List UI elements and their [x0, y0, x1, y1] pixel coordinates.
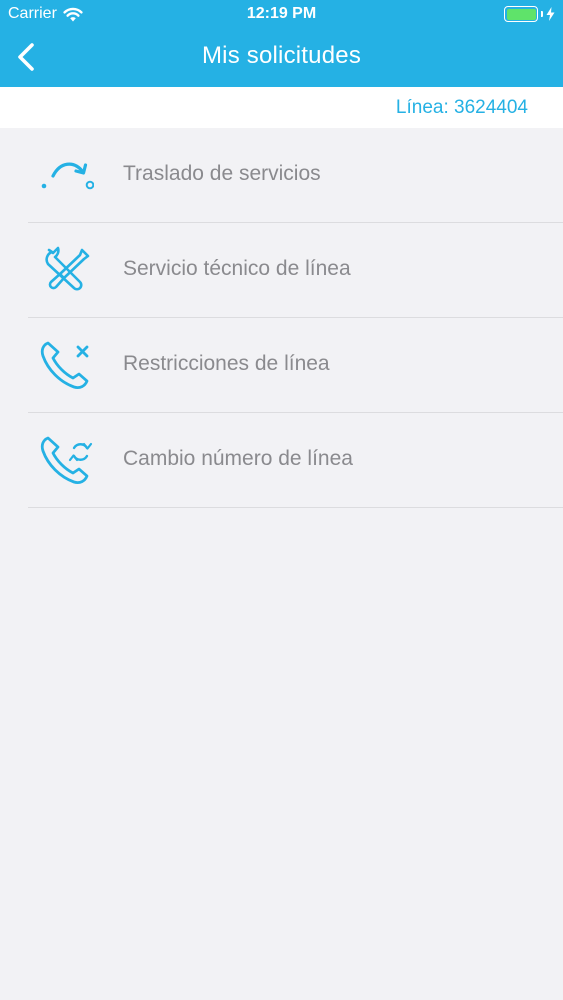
- battery-indicator: [504, 6, 555, 22]
- list-item-label: Restricciones de línea: [123, 352, 330, 375]
- requests-list: Traslado de servicios Servicio técnico d…: [0, 128, 563, 508]
- battery-icon: [504, 6, 538, 22]
- navigation-bar: Mis solicitudes: [0, 28, 563, 87]
- line-info-bar: Línea: 3624404: [0, 87, 563, 128]
- line-number-label: Línea: 3624404: [395, 97, 528, 118]
- battery-tip: [541, 11, 543, 17]
- list-item-restricciones[interactable]: Restricciones de línea: [28, 318, 563, 413]
- list-item-servicio-tecnico[interactable]: Servicio técnico de línea: [28, 223, 563, 318]
- list-item-cambio-numero[interactable]: Cambio número de línea: [28, 413, 563, 508]
- phone-x-icon: [40, 341, 89, 390]
- header: Carrier 12:19 PM Mis solicitudes: [0, 0, 563, 87]
- phone-swap-icon: [40, 436, 93, 485]
- list-item-label: Traslado de servicios: [123, 162, 321, 185]
- clock: 12:19 PM: [246, 5, 317, 22]
- list-item-traslado-servicios[interactable]: Traslado de servicios: [28, 128, 563, 223]
- charging-bolt-icon: [546, 7, 555, 21]
- list-item-label: Cambio número de línea: [123, 447, 353, 470]
- status-bar: Carrier 12:19 PM: [0, 0, 563, 28]
- list-item-label: Servicio técnico de línea: [123, 257, 351, 280]
- wrench-screwdriver-icon: [45, 246, 90, 291]
- page-title: Mis solicitudes: [201, 42, 362, 69]
- transfer-arrow-icon: [41, 162, 94, 190]
- battery-level: [506, 8, 536, 20]
